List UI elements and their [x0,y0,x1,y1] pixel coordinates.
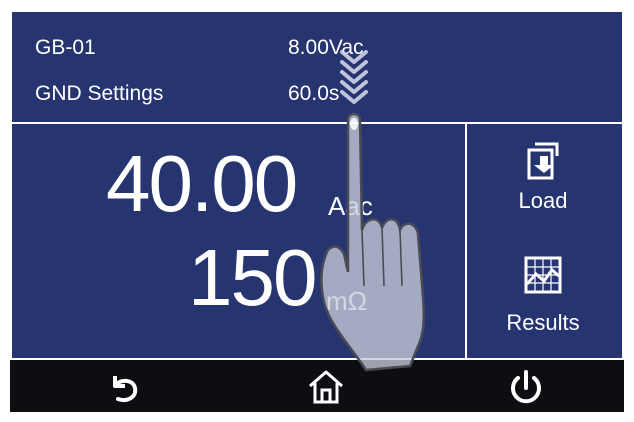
back-icon [113,376,138,402]
dwell-time: 60.0s [288,82,340,105]
current-reading: 40.00 [106,139,298,228]
load-button[interactable]: Load [466,126,620,236]
load-label: Load [518,188,568,213]
results-button[interactable]: Results [466,240,620,350]
home-button[interactable] [306,368,346,408]
home-icon [309,370,343,404]
device-screen: GB-01 8.00Vac GND Settings 60.0s 40.00 A… [10,10,624,412]
power-icon [511,370,541,404]
bottom-nav-bar [10,362,624,412]
current-unit: Aac [328,191,373,221]
power-button[interactable] [506,368,546,408]
results-label: Results [506,310,580,335]
settings-label: GND Settings [35,82,164,105]
settings-header[interactable] [12,12,622,124]
test-name: GB-01 [35,36,96,59]
test-voltage: 8.00Vac [288,36,364,59]
resistance-unit: mΩ [326,286,368,316]
back-button[interactable] [106,368,146,408]
results-chart-icon [524,256,562,294]
load-icon [527,142,559,180]
resistance-reading: 150 [188,233,317,322]
